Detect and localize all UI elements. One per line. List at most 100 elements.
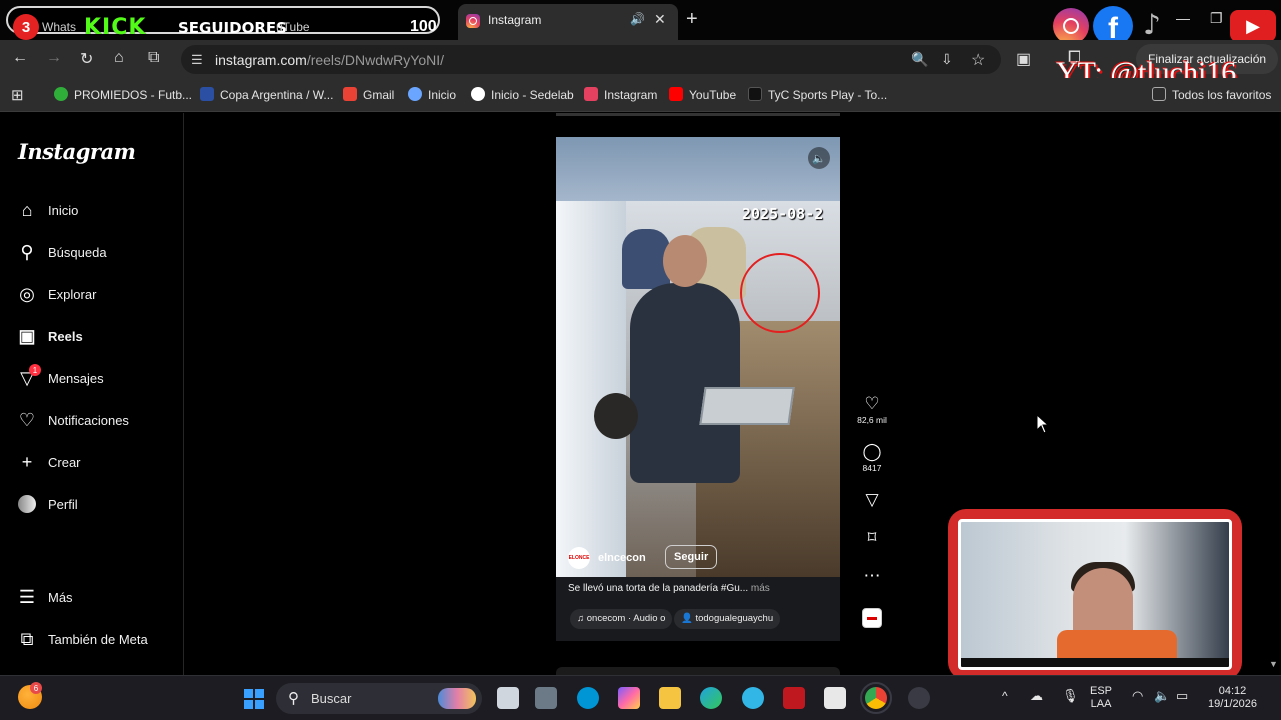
battery-icon[interactable]: ▭ — [1176, 689, 1188, 702]
back-icon[interactable]: ← — [12, 49, 28, 67]
app-icon[interactable] — [535, 687, 557, 709]
minimize-icon[interactable]: — — [1176, 10, 1190, 26]
onedrive-icon[interactable]: ☁ — [1030, 689, 1043, 702]
zoom-icon[interactable]: 🔍 — [911, 51, 928, 68]
site-info-icon[interactable]: ☰ — [191, 52, 203, 68]
task-view-icon[interactable] — [497, 687, 519, 709]
forward-icon[interactable]: → — [46, 49, 62, 67]
tab-instagram[interactable]: Instagram 🔊 ✕ — [458, 4, 678, 40]
bookmark-icon[interactable]: ⌑ — [857, 529, 887, 547]
messenger-icon: ▽ 1 — [17, 364, 41, 388]
mute-button[interactable]: 🔈 — [808, 147, 830, 169]
nav-reels[interactable]: ▣ Reels — [17, 323, 82, 349]
nav-explorar[interactable]: ◎ Explorar — [17, 281, 96, 307]
nav-crear[interactable]: + Crear — [17, 449, 81, 475]
taskbar-search[interactable]: ⚲ Buscar — [276, 683, 482, 714]
clock[interactable]: 04:12 19/1/2026 — [1208, 685, 1257, 711]
speaker-icon[interactable]: 🔊 — [630, 12, 645, 26]
language-indicator[interactable]: ESP LAA — [1090, 685, 1112, 711]
tagged-user-chip[interactable]: 👤 todogualeguaychu — [674, 609, 781, 629]
comment-action[interactable]: ◯ 8417 — [857, 443, 887, 474]
audio-chip[interactable]: ♫ oncecom · Audio o — [570, 609, 673, 629]
file-explorer-icon[interactable] — [659, 687, 681, 709]
bookmarks-bar: ⊞ PROMIEDOS - Futb... Copa Argentina / W… — [0, 78, 1281, 112]
bookmark-youtube[interactable]: YouTube — [669, 87, 736, 102]
bookmark-all-favorites[interactable]: Todos los favoritos — [1152, 87, 1271, 102]
save-action[interactable]: ⌑ — [857, 529, 887, 547]
bookmark-inicio[interactable]: Inicio — [408, 87, 456, 102]
apps-grid-icon[interactable]: ⊞ — [11, 86, 24, 104]
app-icon-2[interactable] — [742, 687, 764, 709]
side-panel-icon[interactable]: ⧉ — [148, 49, 159, 67]
promiedos-icon — [54, 87, 68, 101]
browser-tab-strip: 3 Whats KICK SEGUIDORES uTube 100 Instag… — [0, 0, 1281, 46]
gmail-icon — [343, 87, 357, 101]
bookmark-sedelab[interactable]: Inicio - Sedelab — [471, 87, 574, 102]
heart-icon[interactable]: ♡ — [857, 395, 887, 413]
like-count: 82,6 mil — [857, 415, 887, 425]
share-icon[interactable]: ▽ — [857, 491, 887, 509]
author-avatar[interactable]: ELONCE — [568, 547, 590, 569]
more-action[interactable]: ⋯ — [857, 567, 887, 585]
nav-notificaciones[interactable]: ♡ Notificaciones — [17, 407, 129, 433]
reels-icon: ▣ — [18, 325, 36, 346]
comment-icon[interactable]: ◯ — [857, 443, 887, 461]
nav-inicio[interactable]: ⌂ Inicio — [17, 197, 79, 223]
nav-mas[interactable]: ☰ Más — [17, 584, 73, 610]
follow-button[interactable]: Seguir — [665, 545, 718, 569]
avatar-icon — [17, 494, 37, 514]
windows-taskbar: 6 ⚲ Buscar ^ ☁ 🎙 ESP LAA ◠ 🔈 ▭ 04:12 19/1/… — [0, 675, 1281, 720]
hp-icon[interactable] — [577, 687, 599, 709]
home-icon[interactable]: ⌂ — [114, 49, 124, 67]
author-username[interactable]: elncecon — [598, 552, 646, 564]
tray-chevron-icon[interactable]: ^ — [1002, 690, 1008, 703]
tab-whatsapp-youtube[interactable]: 3 Whats KICK SEGUIDORES uTube 100 — [6, 6, 440, 40]
reel-author[interactable]: ELONCE elncecon — [568, 547, 646, 569]
like-action[interactable]: ♡ 82,6 mil — [857, 395, 887, 426]
edge-icon[interactable] — [700, 687, 722, 709]
address-bar[interactable]: ☰ instagram.com/reels/DNwdwRyYoNI/ 🔍 ⇩ ☆ — [181, 45, 1001, 74]
reel-caption[interactable]: Se llevó una torta de la panadería #Gu..… — [568, 583, 770, 594]
bookmark-star-icon[interactable]: ☆ — [971, 50, 985, 70]
tab-label-end: uTube — [276, 20, 310, 34]
audio-avatar-icon[interactable] — [862, 608, 882, 628]
mouse-cursor-icon — [1036, 414, 1050, 434]
close-tab-icon[interactable]: ✕ — [654, 11, 666, 28]
reload-icon[interactable]: ↻ — [80, 49, 93, 69]
store-icon[interactable] — [824, 687, 846, 709]
bookmark-gmail[interactable]: Gmail — [343, 87, 394, 102]
cctv-footage: 2025-08-2 — [556, 201, 840, 577]
notification-badge: 3 — [13, 14, 39, 40]
share-action[interactable]: ▽ — [857, 491, 887, 509]
tab-search-icon[interactable]: ▣ — [1016, 49, 1031, 69]
more-options-icon[interactable]: ⋯ — [857, 567, 887, 585]
bookmark-promiedos[interactable]: PROMIEDOS - Futb... — [54, 87, 192, 102]
nav-perfil[interactable]: Perfil — [17, 491, 78, 517]
copilot-icon[interactable] — [618, 687, 640, 709]
instagram-icon — [584, 87, 598, 101]
bookmark-copa-argentina[interactable]: Copa Argentina / W... — [200, 87, 333, 102]
chrome-icon[interactable] — [860, 682, 892, 714]
kick-overlay-logo: KICK — [84, 15, 147, 40]
nav-mensajes[interactable]: ▽ 1 Mensajes — [17, 364, 104, 391]
obs-icon[interactable] — [908, 687, 930, 709]
windows-start-icon[interactable] — [243, 688, 265, 710]
wifi-icon[interactable]: ◠ — [1132, 689, 1143, 702]
instagram-logo[interactable]: Instagram — [18, 139, 136, 164]
bookmark-tyc[interactable]: TyC Sports Play - To... — [748, 87, 887, 102]
microphone-icon[interactable]: 🎙 — [1062, 689, 1079, 702]
restore-icon[interactable]: ❐ — [1210, 10, 1223, 27]
install-app-icon[interactable]: ⇩ — [941, 51, 953, 68]
url-text: instagram.com/reels/DNwdwRyYoNI/ — [215, 52, 445, 68]
mcafee-icon[interactable] — [783, 687, 805, 709]
bookmark-instagram[interactable]: Instagram — [584, 87, 657, 102]
volume-icon[interactable]: 🔈 — [1154, 689, 1170, 702]
caption-more-link[interactable]: más — [751, 583, 770, 594]
reel-video[interactable]: 🔈 2025-08-2 ELONCE elncecon Seguir Se ll… — [556, 137, 840, 641]
plus-icon: + — [21, 451, 33, 472]
scroll-down-icon[interactable]: ▼ — [1269, 659, 1278, 669]
new-tab-button[interactable]: + — [686, 8, 698, 31]
nav-busqueda[interactable]: ⚲ Búsqueda — [17, 239, 106, 265]
heart-icon: ♡ — [18, 409, 36, 430]
nav-tambien-de-meta[interactable]: ⧉ También de Meta — [17, 626, 148, 652]
